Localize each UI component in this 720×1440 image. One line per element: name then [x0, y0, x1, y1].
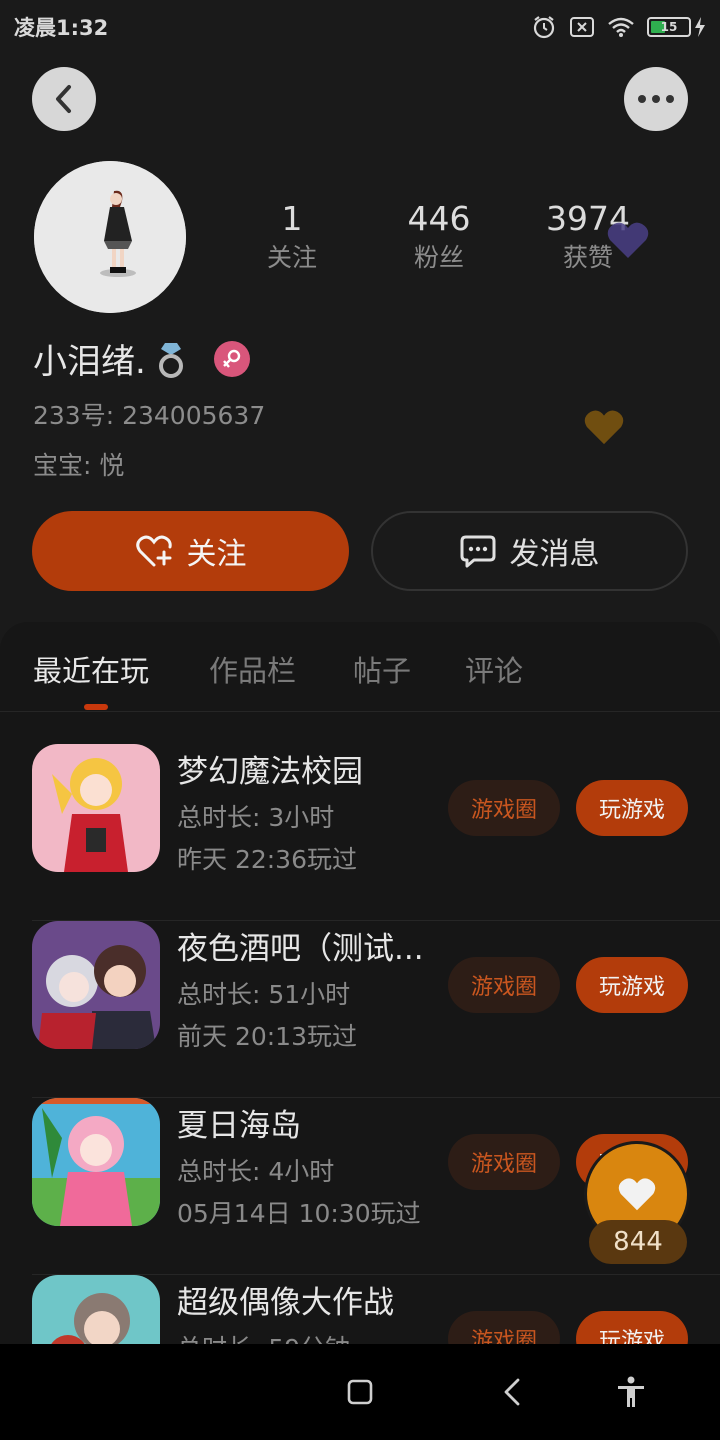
battery-icon: 15 — [647, 17, 706, 37]
play-game-button[interactable]: 玩游戏 — [576, 1311, 688, 1344]
wifi-icon — [608, 17, 634, 37]
status-time: 凌晨1:32 — [14, 16, 109, 40]
status-icons: 15 — [531, 14, 706, 40]
female-icon — [222, 349, 241, 368]
gender-female-badge — [213, 340, 250, 377]
ring-badge-icon — [158, 342, 183, 378]
more-dots-icon — [638, 95, 674, 103]
game-icon — [32, 1275, 160, 1344]
tab-indicator — [84, 704, 108, 710]
stat-value: 446 — [407, 199, 471, 238]
user-id: 233号: 234005637 — [33, 401, 266, 430]
game-duration: 总时长: 51小时 — [177, 980, 351, 1009]
username-row: 小泪绪. — [33, 334, 250, 383]
battery-level: 15 — [660, 20, 678, 34]
game-name: 夜色酒吧（测试... — [177, 931, 424, 967]
list-item[interactable]: 梦幻魔法校园 总时长: 3小时 昨天 22:36玩过 游戏圈 玩游戏 — [0, 744, 720, 921]
sim-off-icon — [570, 17, 594, 37]
play-game-button[interactable]: 玩游戏 — [576, 957, 688, 1013]
game-icon — [32, 1098, 160, 1226]
stat-label: 粉丝 — [413, 243, 464, 272]
follow-label: 关注 — [186, 537, 247, 572]
chat-bubble-icon — [460, 535, 495, 568]
accessibility-icon — [618, 1376, 644, 1407]
back-triangle-icon — [504, 1378, 520, 1406]
baby-line: 宝宝: 悦 — [33, 451, 125, 480]
stat-label: 关注 — [266, 243, 317, 272]
game-last-played: 05月14日 10:30玩过 — [177, 1199, 421, 1228]
recents-button[interactable] — [340, 1372, 380, 1412]
status-bar: 凌晨1:32 15 — [0, 0, 720, 54]
system-nav-bar — [0, 1344, 720, 1440]
message-button[interactable]: 发消息 — [371, 511, 688, 591]
game-duration: 总时长: 4小时 — [177, 1157, 335, 1186]
nav-back-button[interactable] — [492, 1372, 532, 1412]
avatar-image — [34, 161, 186, 313]
like-count: 844 — [589, 1220, 687, 1264]
game-duration: 总时长: 3小时 — [177, 803, 335, 832]
tab-comments[interactable]: 评论 — [465, 648, 523, 690]
game-name: 梦幻魔法校园 — [177, 754, 363, 790]
game-name: 夏日海岛 — [177, 1108, 301, 1144]
accessibility-button[interactable] — [611, 1372, 651, 1412]
tab-bar: 最近在玩 作品栏 帖子 评论 — [0, 622, 720, 712]
list-item[interactable]: 夜色酒吧（测试... 总时长: 51小时 前天 20:13玩过 游戏圈 玩游戏 — [0, 921, 720, 1098]
square-icon — [347, 1379, 373, 1405]
avatar[interactable] — [34, 161, 186, 313]
game-circle-button[interactable]: 游戏圈 — [448, 1311, 560, 1344]
heart-icon — [618, 1178, 656, 1211]
game-circle-button[interactable]: 游戏圈 — [448, 1134, 560, 1190]
username: 小泪绪. — [33, 342, 146, 382]
alarm-icon — [533, 16, 555, 39]
stat-value: 1 — [281, 199, 303, 238]
list-item[interactable]: 超级偶像大作战 总时长: 59分钟 游戏圈 玩游戏 — [0, 1275, 720, 1344]
floating-heart-icon — [584, 410, 624, 445]
follow-button[interactable]: 关注 — [32, 511, 349, 591]
game-circle-button[interactable]: 游戏圈 — [448, 780, 560, 836]
game-icon — [32, 921, 160, 1049]
game-last-played: 昨天 22:36玩过 — [177, 845, 357, 874]
heart-plus-icon — [135, 535, 172, 567]
game-icon — [32, 744, 160, 872]
stat-following[interactable]: 1 关注 — [232, 198, 352, 276]
tab-posts[interactable]: 帖子 — [353, 648, 411, 690]
game-duration: 总时长: 59分钟 — [177, 1329, 350, 1344]
game-name: 超级偶像大作战 — [177, 1285, 394, 1321]
more-button[interactable] — [624, 67, 688, 131]
chevron-left-icon — [56, 85, 71, 113]
message-label: 发消息 — [509, 537, 600, 572]
tab-recent-played[interactable]: 最近在玩 — [33, 648, 149, 690]
play-game-button[interactable]: 玩游戏 — [576, 780, 688, 836]
back-button[interactable] — [32, 67, 96, 131]
tab-works[interactable]: 作品栏 — [209, 648, 296, 690]
floating-heart-icon — [607, 222, 649, 258]
charging-icon — [695, 17, 705, 37]
game-circle-button[interactable]: 游戏圈 — [448, 957, 560, 1013]
game-last-played: 前天 20:13玩过 — [177, 1022, 357, 1051]
stat-fans[interactable]: 446 粉丝 — [379, 198, 499, 276]
